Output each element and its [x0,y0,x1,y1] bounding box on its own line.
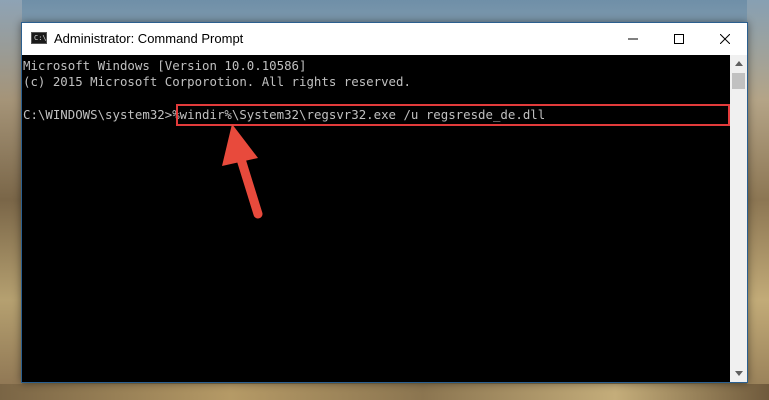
minimize-button[interactable] [610,23,656,55]
vertical-scrollbar[interactable] [730,55,747,382]
command-prompt-icon-label: C:\ [34,34,47,42]
scroll-down-button[interactable] [730,365,747,382]
console-version-line: Microsoft Windows [Version 10.0.10586] [23,58,307,73]
desktop-wallpaper-left [0,0,22,400]
red-arrow-pointer-icon [222,124,263,219]
console-output[interactable]: Microsoft Windows [Version 10.0.10586] (… [22,55,730,382]
close-button[interactable] [702,23,748,55]
chevron-down-icon [734,371,743,376]
console-copyright-line: (c) 2015 Microsoft Corporotion. All righ… [23,74,411,89]
title-bar[interactable]: C:\ Administrator: Command Prompt [22,23,747,55]
maximize-icon [674,34,684,44]
desktop-wallpaper-right [747,0,769,400]
chevron-up-icon [734,61,743,66]
minimize-icon [628,38,638,40]
scroll-up-button[interactable] [730,55,747,72]
console-prompt: C:\WINDOWS\system32> [23,107,173,122]
window-title: Administrator: Command Prompt [54,31,244,46]
desktop-wallpaper-bottom [0,384,769,400]
command-prompt-window: C:\ Administrator: Command Prompt Micros… [21,22,748,383]
maximize-button[interactable] [656,23,702,55]
close-icon [720,34,730,44]
scroll-thumb[interactable] [732,73,745,89]
command-prompt-icon[interactable]: C:\ [31,32,47,44]
